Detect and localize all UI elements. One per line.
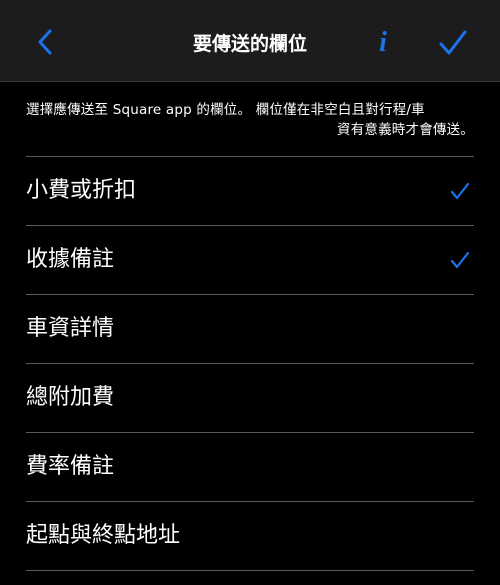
field-list: 小費或折扣 收據備註 車資詳情 總附加費 費率備註 起點與終點地址: [26, 156, 474, 571]
navigation-bar: 要傳送的欄位 i: [0, 0, 500, 82]
field-label: 收據備註: [26, 247, 115, 272]
field-label: 車資詳情: [26, 316, 115, 341]
field-row-rate-note[interactable]: 費率備註: [26, 433, 474, 502]
description-line-2: 資有意義時才會傳送。: [337, 122, 474, 138]
done-button[interactable]: [436, 27, 470, 59]
description-line-1: 選擇應傳送至 Square app 的欄位。 欄位僅在非空白且對行程/車: [26, 102, 425, 118]
checkmark-icon: [439, 30, 467, 55]
page-title: 要傳送的欄位: [192, 33, 307, 55]
field-row-fare-details[interactable]: 車資詳情: [26, 295, 474, 364]
field-label: 小費或折扣: [26, 178, 137, 203]
checkmark-icon: [450, 182, 470, 200]
back-button[interactable]: [30, 25, 64, 59]
field-row-total-surcharge[interactable]: 總附加費: [26, 364, 474, 433]
field-row-pickup-dropoff-address[interactable]: 起點與終點地址: [26, 502, 474, 571]
field-label: 起點與終點地址: [26, 523, 181, 548]
field-label: 費率備註: [26, 454, 115, 479]
field-row-receipt-note[interactable]: 收據備註: [26, 226, 474, 295]
svg-text:i: i: [379, 27, 387, 58]
checkmark-icon: [450, 251, 470, 269]
info-icon: i: [379, 27, 387, 58]
field-label: 總附加費: [26, 385, 115, 410]
info-button[interactable]: i: [370, 22, 396, 62]
chevron-left-icon: [38, 29, 52, 55]
description-text: 選擇應傳送至 Square app 的欄位。 欄位僅在非空白且對行程/車 資有意…: [26, 100, 474, 140]
field-row-tip-or-discount[interactable]: 小費或折扣: [26, 157, 474, 226]
